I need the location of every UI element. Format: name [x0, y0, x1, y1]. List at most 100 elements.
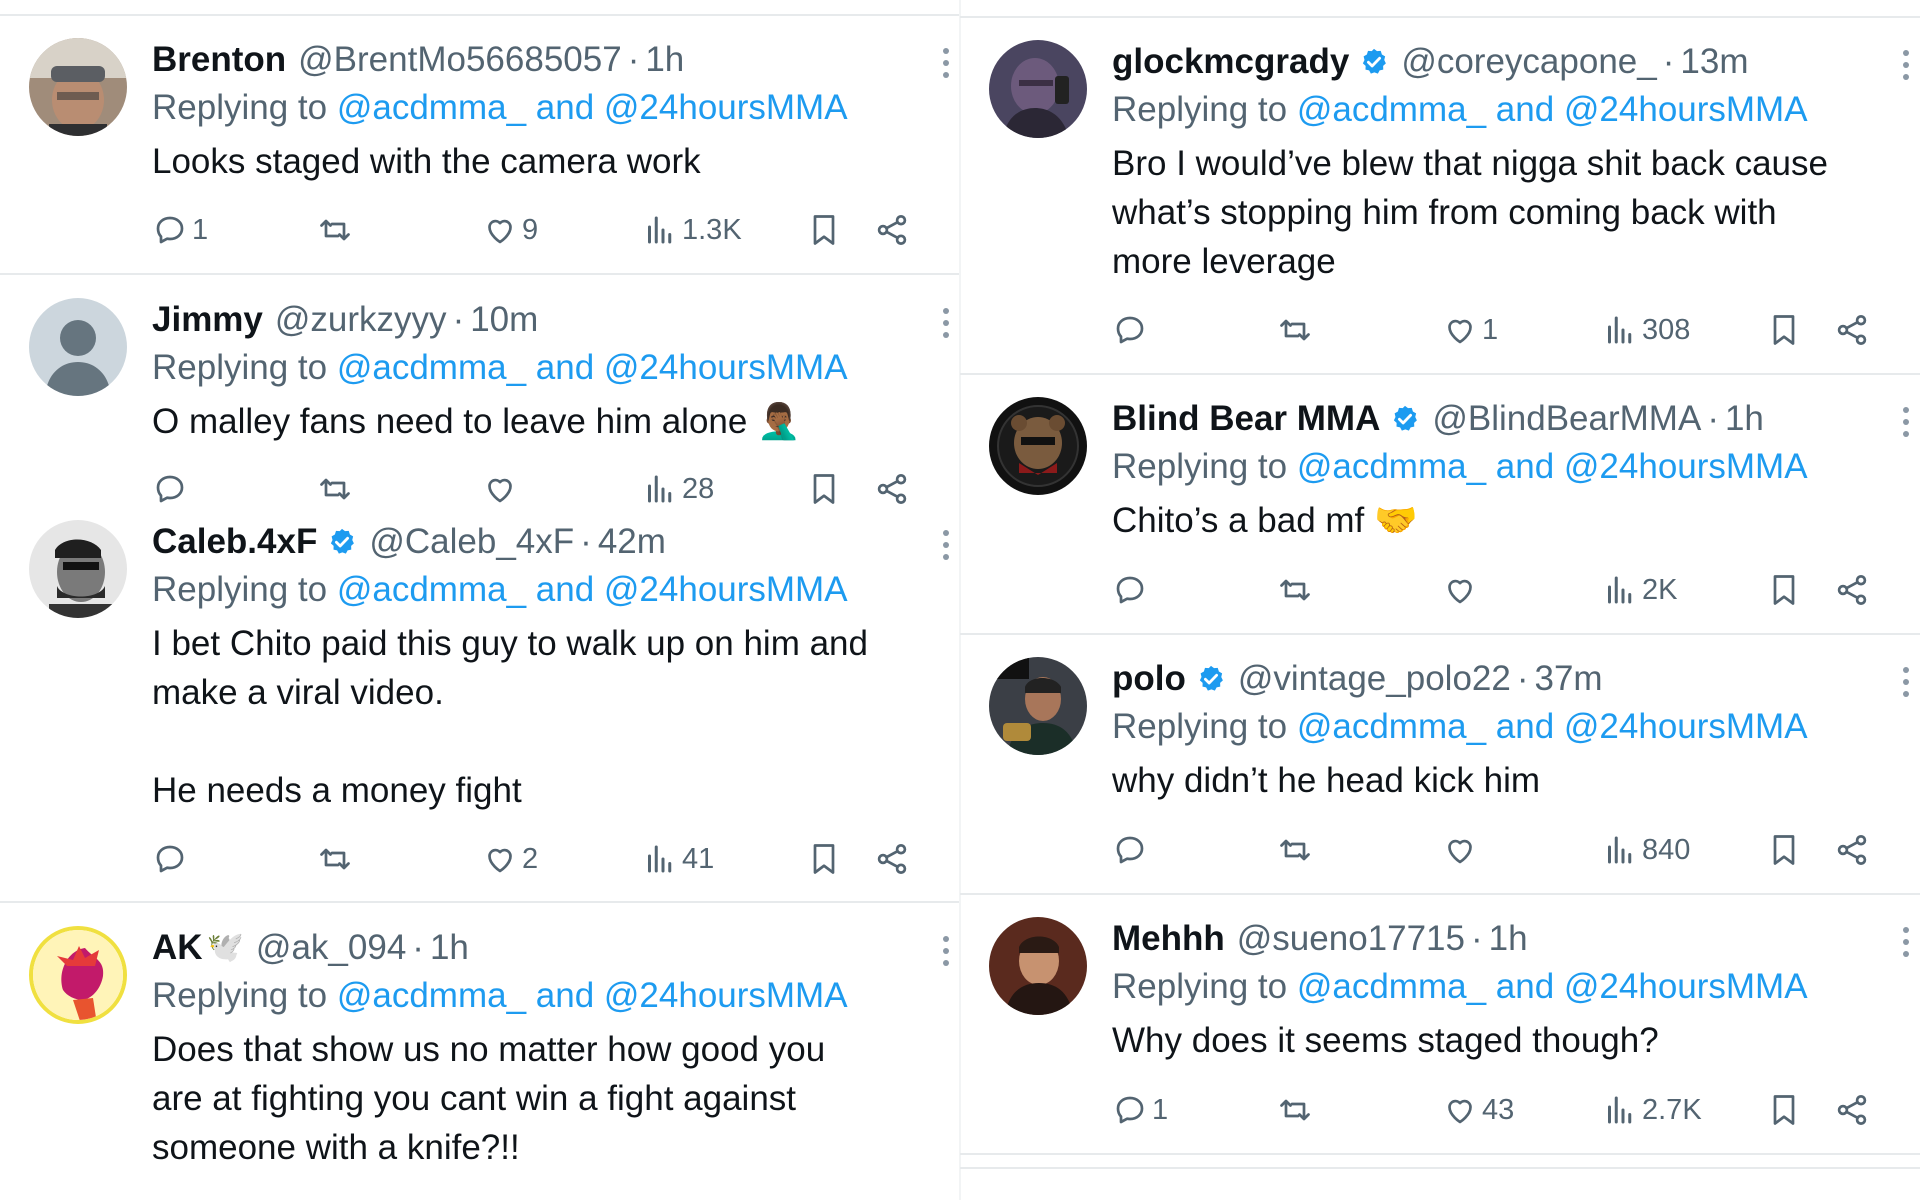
retweet-button[interactable] [1277, 572, 1313, 608]
timestamp[interactable]: 1h [645, 38, 684, 82]
avatar[interactable] [29, 520, 127, 618]
bookmark-button[interactable] [806, 841, 842, 877]
retweet-button[interactable] [1277, 832, 1313, 868]
share-button[interactable] [874, 471, 910, 507]
reply-icon [1112, 572, 1148, 608]
more-options-icon[interactable] [942, 936, 950, 970]
timestamp[interactable]: 1h [1725, 397, 1764, 441]
display-name[interactable]: Blind Bear MMA [1112, 397, 1380, 441]
reply-count: 1 [192, 213, 209, 246]
more-options-icon[interactable] [942, 308, 950, 342]
verified-badge-icon [1390, 404, 1420, 434]
share-icon [1834, 312, 1870, 348]
like-button[interactable]: 43 [1442, 1092, 1514, 1128]
avatar[interactable] [29, 298, 127, 396]
avatar[interactable] [989, 40, 1087, 138]
timestamp[interactable]: 1h [1489, 917, 1528, 961]
reply-button[interactable]: 1 [152, 212, 208, 248]
handle[interactable]: @vintage_polo22 [1238, 657, 1511, 701]
display-name[interactable]: Jimmy [152, 298, 263, 342]
more-options-icon[interactable] [1902, 50, 1910, 84]
display-name[interactable]: Brenton [152, 38, 286, 82]
display-name[interactable]: Mehhh [1112, 917, 1225, 961]
bookmark-button[interactable] [1766, 312, 1802, 348]
timestamp[interactable]: 13m [1680, 40, 1748, 84]
bookmark-button[interactable] [806, 471, 842, 507]
reply-button[interactable] [1112, 312, 1152, 348]
retweet-button[interactable] [1277, 1092, 1313, 1128]
reply-button[interactable] [152, 841, 192, 877]
more-options-icon[interactable] [1902, 927, 1910, 961]
like-button[interactable] [482, 471, 522, 507]
bookmark-button[interactable] [1766, 1092, 1802, 1128]
display-name[interactable]: AK [152, 926, 203, 970]
reply-mentions[interactable]: @acdmma_ and @24hoursMMA [1297, 707, 1808, 746]
reply-mentions[interactable]: @acdmma_ and @24hoursMMA [337, 88, 848, 127]
replying-to-label: Replying to [1112, 447, 1288, 486]
share-button[interactable] [1834, 312, 1870, 348]
share-button[interactable] [874, 212, 910, 248]
handle[interactable]: @BlindBearMMA [1432, 397, 1701, 441]
bookmark-button[interactable] [1766, 832, 1802, 868]
avatar[interactable] [989, 397, 1087, 495]
like-button[interactable]: 9 [482, 212, 538, 248]
views-button[interactable]: 2K [1602, 572, 1677, 608]
retweet-button[interactable] [317, 212, 353, 248]
display-name[interactable]: Caleb.4xF [152, 520, 317, 564]
views-button[interactable]: 1.3K [642, 212, 742, 248]
avatar[interactable] [989, 917, 1087, 1015]
more-options-icon[interactable] [942, 48, 950, 82]
more-options-icon[interactable] [1902, 667, 1910, 701]
avatar[interactable] [29, 926, 127, 1024]
bookmark-button[interactable] [806, 212, 842, 248]
reply-mentions[interactable]: @acdmma_ and @24hoursMMA [1297, 90, 1808, 129]
views-button[interactable]: 28 [642, 471, 714, 507]
reply-button[interactable] [152, 471, 192, 507]
views-button[interactable]: 2.7K [1602, 1092, 1702, 1128]
reply-mentions[interactable]: @acdmma_ and @24hoursMMA [1297, 447, 1808, 486]
views-button[interactable]: 308 [1602, 312, 1690, 348]
replying-to: Replying to @acdmma_ and @24hoursMMA [152, 342, 930, 394]
handle[interactable]: @zurkzyyy [275, 298, 447, 342]
timestamp[interactable]: 1h [430, 926, 469, 970]
like-button[interactable] [1442, 832, 1482, 868]
tweet-text: O malley fans need to leave him alone 🤦🏾… [152, 397, 930, 446]
timestamp[interactable]: 10m [470, 298, 538, 342]
share-button[interactable] [1834, 1092, 1870, 1128]
more-options-icon[interactable] [1902, 407, 1910, 441]
reply-count: 1 [1152, 1093, 1169, 1126]
retweet-button[interactable] [1277, 312, 1313, 348]
handle[interactable]: @coreycapone_ [1401, 40, 1656, 84]
display-name[interactable]: polo [1112, 657, 1186, 701]
retweet-button[interactable] [317, 841, 353, 877]
reply-mentions[interactable]: @acdmma_ and @24hoursMMA [337, 976, 848, 1015]
share-button[interactable] [874, 841, 910, 877]
handle[interactable]: @Caleb_4xF [369, 520, 574, 564]
timestamp[interactable]: 42m [598, 520, 666, 564]
share-button[interactable] [1834, 832, 1870, 868]
divider [960, 893, 1920, 895]
reply-mentions[interactable]: @acdmma_ and @24hoursMMA [1297, 967, 1808, 1006]
share-button[interactable] [1834, 572, 1870, 608]
like-button[interactable]: 1 [1442, 312, 1498, 348]
avatar[interactable] [29, 38, 127, 136]
reply-button[interactable] [1112, 572, 1152, 608]
tweet-text-line: I bet Chito paid this guy to walk up on … [152, 624, 868, 663]
bookmark-button[interactable] [1766, 572, 1802, 608]
display-name[interactable]: glockmcgrady [1112, 40, 1349, 84]
views-button[interactable]: 840 [1602, 832, 1690, 868]
like-button[interactable] [1442, 572, 1482, 608]
more-options-icon[interactable] [942, 530, 950, 564]
handle[interactable]: @ak_094 [256, 926, 406, 970]
handle[interactable]: @sueno17715 [1237, 917, 1465, 961]
views-button[interactable]: 41 [642, 841, 714, 877]
reply-mentions[interactable]: @acdmma_ and @24hoursMMA [337, 570, 848, 609]
retweet-button[interactable] [317, 471, 353, 507]
timestamp[interactable]: 37m [1535, 657, 1603, 701]
reply-button[interactable] [1112, 832, 1152, 868]
like-button[interactable]: 2 [482, 841, 538, 877]
reply-button[interactable]: 1 [1112, 1092, 1168, 1128]
avatar[interactable] [989, 657, 1087, 755]
handle[interactable]: @BrentMo56685057 [298, 38, 622, 82]
reply-mentions[interactable]: @acdmma_ and @24hoursMMA [337, 348, 848, 387]
